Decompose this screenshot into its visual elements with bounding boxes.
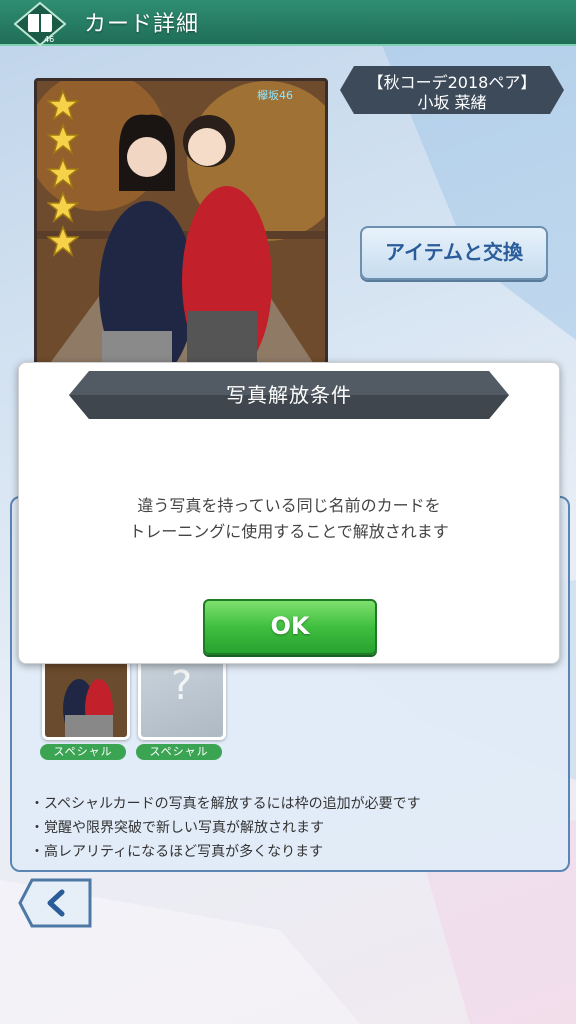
note-item: ・覚醒や限界突破で新しい写真が解放されます	[30, 820, 324, 836]
book-icon: 46	[14, 2, 66, 46]
photo-badge: スペシャル	[40, 744, 126, 760]
star-icon	[47, 225, 79, 257]
photo-thumbnail[interactable]	[42, 656, 130, 740]
note-item: ・高レアリティになるほど写真が多くなります	[30, 844, 324, 860]
emblem-number: 46	[44, 35, 54, 44]
notes-list: ・スペシャルカードの写真を解放するには枠の追加が必要です ・覚醒や限界突破で新し…	[30, 792, 421, 864]
card-image: 欅坂46	[34, 78, 328, 384]
card-name-banner: 【秋コーデ2018ペア】 小坂 菜緒	[340, 66, 564, 114]
locked-photo-thumbnail[interactable]: ?	[138, 656, 226, 740]
star-icon	[47, 89, 79, 121]
page-title: カード詳細	[84, 12, 200, 37]
thumbnail-photo	[45, 659, 127, 737]
dialog-message-line: トレーニングに使用することで解放されます	[129, 522, 449, 541]
photo-badge: スペシャル	[136, 744, 222, 760]
ok-button[interactable]: OK	[203, 599, 377, 655]
note-item: ・スペシャルカードの写真を解放するには枠の追加が必要です	[30, 796, 421, 812]
card-logo: 欅坂46	[257, 89, 293, 102]
star-icon	[47, 191, 79, 223]
header-bar: 46 カード詳細	[0, 0, 576, 46]
star-icon	[47, 123, 79, 155]
dialog-message: 違う写真を持っている同じ名前のカードを トレーニングに使用することで解放されます	[19, 493, 559, 545]
star-icon	[47, 157, 79, 189]
dialog-message-line: 違う写真を持っている同じ名前のカードを	[137, 496, 441, 515]
dialog-title-bar: 写真解放条件	[69, 371, 509, 419]
exchange-for-item-button[interactable]: アイテムと交換	[360, 226, 548, 280]
photo-unlock-dialog: 写真解放条件 違う写真を持っている同じ名前のカードを トレーニングに使用すること…	[18, 362, 560, 664]
card-member-name: 小坂 菜緒	[417, 93, 487, 112]
back-button[interactable]	[18, 878, 92, 928]
card-photo: 欅坂46	[37, 81, 325, 381]
svg-text:?: ?	[171, 663, 192, 709]
dialog-title: 写真解放条件	[226, 383, 352, 407]
question-icon: ?	[171, 663, 192, 709]
